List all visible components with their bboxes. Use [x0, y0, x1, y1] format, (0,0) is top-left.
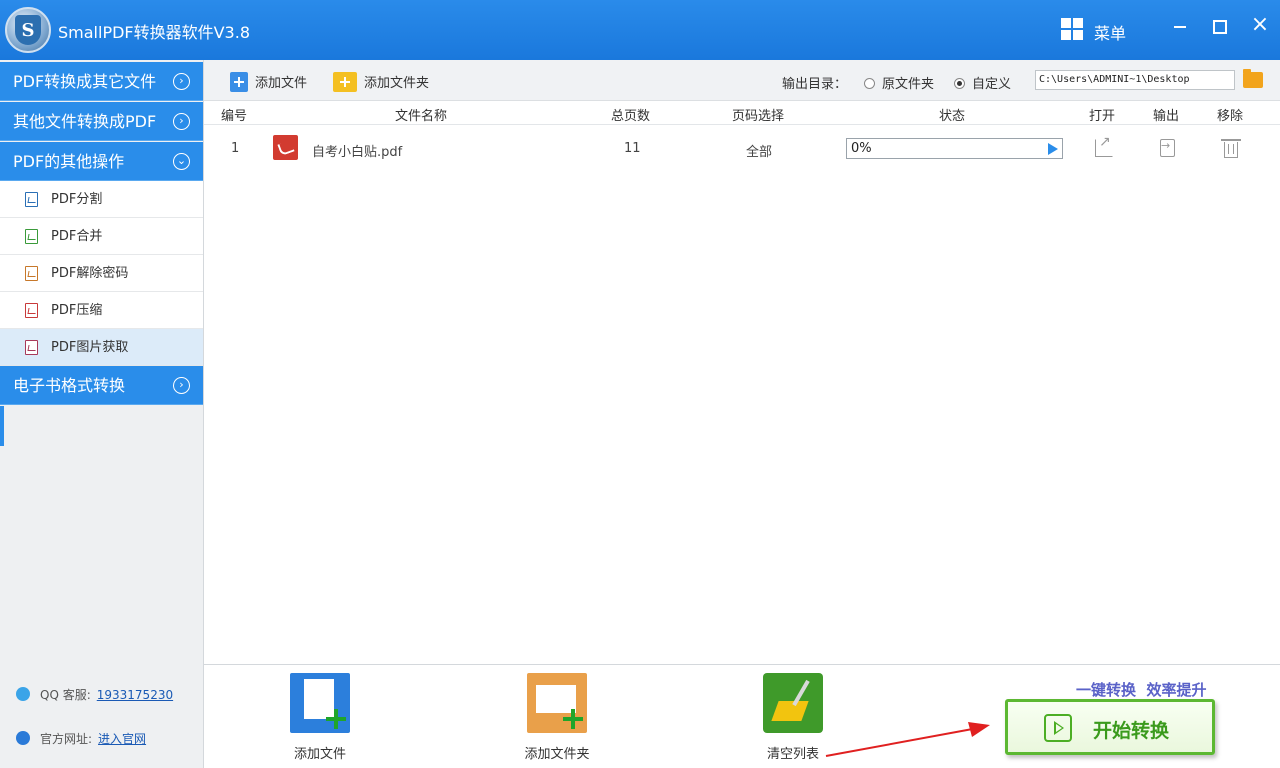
sidebar-category-pdf-to-other[interactable]: PDF转换成其它文件 › [0, 62, 203, 101]
sidebar-item-label: PDF解除密码 [51, 266, 129, 281]
sidebar-item-pdf-merge[interactable]: PDF合并 [0, 218, 203, 255]
play-icon [1044, 714, 1072, 742]
bottom-add-folder-button[interactable]: 添加文件夹 [507, 673, 607, 762]
column-header-output: 输出 [1153, 109, 1180, 124]
browser-icon [16, 731, 30, 745]
pdf-file-icon [25, 266, 38, 281]
row-page-selection[interactable]: 全部 [746, 141, 772, 160]
maximize-button[interactable] [1207, 14, 1231, 38]
app-logo-icon: S [5, 7, 51, 53]
website-label: 官方网址: [40, 732, 93, 746]
column-header-open: 打开 [1089, 109, 1116, 124]
output-path-input[interactable]: C:\Users\ADMINI~1\Desktop [1035, 70, 1235, 90]
sidebar-item-label: PDF分割 [51, 192, 103, 207]
sidebar-item-pdf-image-extract[interactable]: PDF图片获取 [0, 329, 203, 366]
sidebar-item-label: PDF合并 [51, 229, 103, 244]
pdf-file-icon [25, 229, 38, 244]
add-file-label: 添加文件 [255, 76, 308, 91]
sidebar-item-pdf-split[interactable]: PDF分割 [0, 181, 203, 218]
column-header-pages: 总页数 [611, 109, 651, 124]
play-icon[interactable] [1048, 143, 1058, 155]
sidebar-category-label: 其他文件转换成PDF [13, 112, 157, 131]
website-contact: 官方网址: 进入官网 [16, 730, 146, 747]
sidebar-category-label: 电子书格式转换 [13, 376, 126, 395]
bottom-add-file-button[interactable]: 添加文件 [270, 673, 370, 762]
broom-icon [763, 673, 823, 733]
radio-label: 自定义 [972, 77, 1012, 92]
annotation-arrow-icon [825, 722, 990, 757]
minimize-button[interactable] [1168, 14, 1192, 38]
website-link[interactable]: 进入官网 [98, 732, 146, 746]
folder-browse-icon[interactable] [1243, 69, 1263, 88]
sidebar-category-label: PDF转换成其它文件 [13, 72, 157, 91]
radio-custom-folder[interactable]: 自定义 [954, 73, 1011, 92]
radio-label: 原文件夹 [882, 77, 935, 92]
column-header-page-selection: 页码选择 [732, 109, 785, 124]
radio-selected-icon [954, 78, 965, 89]
column-header-index: 编号 [221, 109, 248, 124]
pdf-file-icon [273, 135, 298, 160]
pdf-file-icon [25, 192, 38, 207]
trash-icon[interactable] [1221, 139, 1241, 158]
bottom-add-file-label: 添加文件 [293, 747, 346, 762]
sidebar-category-label: PDF的其他操作 [13, 152, 125, 171]
add-folder-label: 添加文件夹 [364, 76, 430, 91]
sidebar-category-pdf-other-ops[interactable]: PDF的其他操作 ⌄ [0, 142, 203, 181]
circle-chevron-right-icon: › [173, 73, 190, 90]
toolbar: 添加文件 添加文件夹 输出目录： 原文件夹 自定义 C:\Users\ADMIN… [204, 60, 1280, 101]
circle-chevron-down-icon: ⌄ [173, 153, 190, 170]
sidebar-item-pdf-unlock[interactable]: PDF解除密码 [0, 255, 203, 292]
add-folder-icon [333, 72, 357, 92]
bottom-add-folder-label: 添加文件夹 [524, 747, 590, 762]
row-index: 1 [231, 141, 240, 156]
column-header-remove: 移除 [1217, 109, 1244, 124]
add-folder-large-icon [527, 673, 587, 733]
circle-chevron-right-icon: › [173, 377, 190, 394]
sidebar: PDF转换成其它文件 › 其他文件转换成PDF › PDF的其他操作 ⌄ PDF… [0, 60, 204, 768]
column-header-file-name: 文件名称 [395, 109, 448, 124]
sidebar-item-pdf-compress[interactable]: PDF压缩 [0, 292, 203, 329]
slogan-text: 一键转换 效率提升 [1076, 681, 1207, 699]
row-progress-bar: 0% [846, 138, 1063, 159]
window-title: SmallPDF转换器软件V3.8 [58, 23, 251, 42]
add-file-button[interactable]: 添加文件 [230, 72, 307, 92]
qq-label: QQ 客服: [40, 688, 91, 702]
menu-button[interactable]: 菜单 [1094, 20, 1126, 44]
qq-icon [16, 687, 30, 701]
grid-icon[interactable] [1061, 18, 1083, 40]
add-folder-button[interactable]: 添加文件夹 [333, 72, 429, 92]
external-link-icon[interactable] [1095, 134, 1113, 157]
pdf-file-icon [25, 340, 38, 355]
file-table-header: 编号 文件名称 总页数 页码选择 状态 打开 输出 移除 [204, 101, 1280, 125]
title-bar: S SmallPDF转换器软件V3.8 菜单 × [0, 0, 1280, 60]
pdf-file-icon [25, 303, 38, 318]
output-dir-label: 输出目录： [782, 77, 848, 92]
row-file-name: 自考小白贴.pdf [312, 145, 403, 160]
export-icon[interactable] [1160, 139, 1175, 157]
column-header-status: 状态 [939, 109, 966, 124]
add-file-large-icon [290, 673, 350, 733]
qq-link[interactable]: 1933175230 [97, 688, 173, 702]
start-convert-label: 开始转换 [1093, 720, 1170, 742]
sidebar-scroll-indicator [0, 406, 4, 446]
sidebar-item-label: PDF图片获取 [51, 340, 129, 355]
sidebar-category-other-to-pdf[interactable]: 其他文件转换成PDF › [0, 102, 203, 141]
sidebar-item-label: PDF压缩 [51, 303, 103, 318]
table-row[interactable]: 1 自考小白贴.pdf 11 全部 0% [204, 125, 1264, 173]
circle-chevron-right-icon: › [173, 113, 190, 130]
clear-list-label: 清空列表 [766, 747, 819, 762]
row-pages: 11 [624, 141, 641, 156]
close-button[interactable]: × [1248, 14, 1272, 38]
qq-contact: QQ 客服: 1933175230 [16, 686, 173, 703]
radio-original-folder[interactable]: 原文件夹 [864, 73, 934, 92]
bottom-panel: 添加文件 添加文件夹 清空列表 一键转换 效率提升 开始转换 [204, 664, 1280, 768]
add-file-icon [230, 72, 248, 92]
radio-icon [864, 78, 875, 89]
start-convert-button[interactable]: 开始转换 [1005, 699, 1215, 755]
sidebar-category-ebook-convert[interactable]: 电子书格式转换 › [0, 366, 203, 405]
progress-text: 0% [851, 141, 872, 156]
